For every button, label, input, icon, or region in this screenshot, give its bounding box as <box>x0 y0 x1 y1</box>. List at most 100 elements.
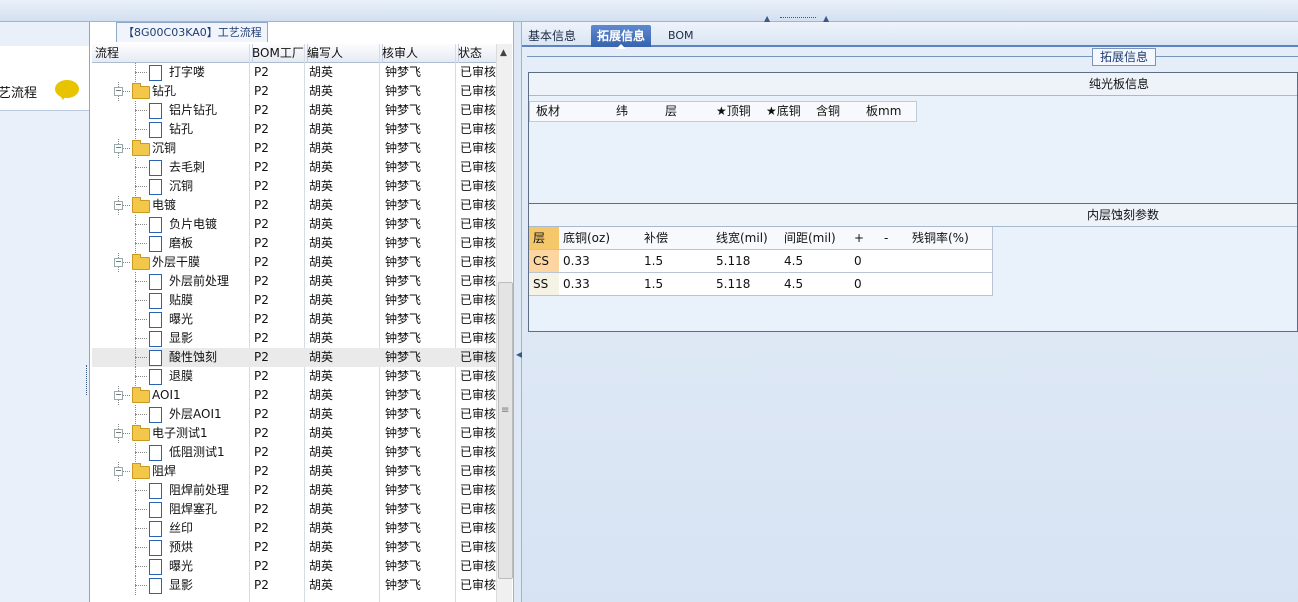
collapse-toggle-icon[interactable]: − <box>114 429 123 438</box>
writer-cell: 胡英 <box>309 198 334 212</box>
status-cell: 已审核 <box>460 198 497 212</box>
tree-row[interactable]: 贴膜 P2 胡英 钟梦飞 已审核 <box>92 291 496 310</box>
writer-cell: 胡英 <box>309 274 334 288</box>
tree-row[interactable]: 打字喽 P2 胡英 钟梦飞 已审核 <box>92 63 496 82</box>
etch-col-header[interactable]: 底铜(oz) <box>559 227 645 250</box>
tree-row[interactable]: 磨板 P2 胡英 钟梦飞 已审核 <box>92 234 496 253</box>
etch-cell[interactable]: 4.5 <box>780 273 855 296</box>
tree-row[interactable]: 铝片钻孔 P2 胡英 钟梦飞 已审核 <box>92 101 496 120</box>
plain-col-material[interactable]: 板材 <box>529 101 618 122</box>
tree-row[interactable]: 低阻测试1 P2 胡英 钟梦飞 已审核 <box>92 443 496 462</box>
tree-row[interactable]: 钻孔 P2 胡英 钟梦飞 已审核 <box>92 120 496 139</box>
tree-row[interactable]: 显影 P2 胡英 钟梦飞 已审核 <box>92 576 496 595</box>
plain-col-copper[interactable]: 含铜 <box>810 101 867 122</box>
tree-connector <box>135 243 147 244</box>
document-icon <box>149 369 162 385</box>
etch-cell[interactable] <box>908 273 993 296</box>
etch-col-header[interactable]: 线宽(mil) <box>712 227 785 250</box>
collapse-toggle-icon[interactable]: − <box>114 391 123 400</box>
process-name: 负片电镀 <box>169 217 218 231</box>
process-name: 阻焊前处理 <box>169 483 230 497</box>
etch-cell[interactable]: 5.118 <box>712 250 785 273</box>
tree-row[interactable]: 负片电镀 P2 胡英 钟梦飞 已审核 <box>92 215 496 234</box>
tree-row[interactable]: 显影 P2 胡英 钟梦飞 已审核 <box>92 329 496 348</box>
reviewer-cell: 钟梦飞 <box>385 540 422 554</box>
bom-factory-cell: P2 <box>254 559 269 573</box>
document-icon <box>149 312 162 328</box>
tree-row[interactable]: 去毛刺 P2 胡英 钟梦飞 已审核 <box>92 158 496 177</box>
detail-tabs: 基本信息 拓展信息 BOM <box>522 22 1298 49</box>
tree-row[interactable]: − 沉铜 P2 胡英 钟梦飞 已审核 <box>92 139 496 158</box>
writer-cell: 胡英 <box>309 426 334 440</box>
status-cell: 已审核 <box>460 274 497 288</box>
etch-cell[interactable]: 5.118 <box>712 273 785 296</box>
scroll-up-icon[interactable]: ▲ <box>500 48 507 58</box>
process-name: 阻焊 <box>152 464 177 478</box>
middle-splitter[interactable]: ◀ <box>513 22 522 602</box>
plain-col-top-copper[interactable]: ★顶铜 <box>710 101 767 122</box>
plain-col-bottom-copper[interactable]: ★底铜 <box>760 101 817 122</box>
tree-row[interactable]: − 电子测试1 P2 胡英 钟梦飞 已审核 <box>92 424 496 443</box>
plain-col-layer[interactable]: 层 <box>659 101 717 122</box>
tree-row[interactable]: 曝光 P2 胡英 钟梦飞 已审核 <box>92 557 496 576</box>
tree-row[interactable]: 外层前处理 P2 胡英 钟梦飞 已审核 <box>92 272 496 291</box>
process-tree-tab[interactable]: 【8G00C03KA0】工艺流程 <box>116 22 268 42</box>
reviewer-cell: 钟梦飞 <box>385 65 422 79</box>
writer-cell: 胡英 <box>309 141 334 155</box>
tree-connector <box>135 357 147 358</box>
etch-col-header[interactable]: 间距(mil) <box>780 227 855 250</box>
tree-row[interactable]: 丝印 P2 胡英 钟梦飞 已审核 <box>92 519 496 538</box>
column-header-reviewer[interactable]: 核审人 <box>379 44 459 63</box>
tab-extension-info[interactable]: 拓展信息 <box>591 25 652 49</box>
collapse-toggle-icon[interactable]: − <box>114 467 123 476</box>
tree-row[interactable]: − AOI1 P2 胡英 钟梦飞 已审核 <box>92 386 496 405</box>
tree-connector <box>135 186 147 187</box>
tree-row[interactable]: 曝光 P2 胡英 钟梦飞 已审核 <box>92 310 496 329</box>
folder-icon <box>132 425 150 441</box>
column-header-flow[interactable]: 流程 <box>92 44 253 63</box>
scrollbar-thumb[interactable] <box>498 282 513 579</box>
tab-bom[interactable]: BOM <box>662 25 700 47</box>
plain-col-weft[interactable]: 纬 <box>610 101 666 122</box>
etch-cell[interactable] <box>908 250 993 273</box>
tree-connector <box>135 72 147 73</box>
tree-row[interactable]: − 阻焊 P2 胡英 钟梦飞 已审核 <box>92 462 496 481</box>
tree-scrollbar[interactable]: ▲ <box>496 44 513 602</box>
etch-cell[interactable]: 0.33 <box>559 250 645 273</box>
etch-col-header[interactable]: 残铜率(%) <box>908 227 993 250</box>
etch-cell[interactable]: 0.33 <box>559 273 645 296</box>
tree-row[interactable]: 沉铜 P2 胡英 钟梦飞 已审核 <box>92 177 496 196</box>
column-header-bom[interactable]: BOM工厂 <box>249 44 308 63</box>
tree-row[interactable]: 退膜 P2 胡英 钟梦飞 已审核 <box>92 367 496 386</box>
process-name: 钻孔 <box>169 122 194 136</box>
collapse-toggle-icon[interactable]: − <box>114 201 123 210</box>
status-cell: 已审核 <box>460 464 497 478</box>
tree-row[interactable]: − 钻孔 P2 胡英 钟梦飞 已审核 <box>92 82 496 101</box>
tree-row[interactable]: − 外层干膜 P2 胡英 钟梦飞 已审核 <box>92 253 496 272</box>
tree-row[interactable]: 阻焊塞孔 P2 胡英 钟梦飞 已审核 <box>92 500 496 519</box>
tree-row[interactable]: 预烘 P2 胡英 钟梦飞 已审核 <box>92 538 496 557</box>
etch-cell[interactable]: 1.5 <box>640 273 717 296</box>
collapse-toggle-icon[interactable]: − <box>114 144 123 153</box>
column-header-writer[interactable]: 编写人 <box>304 44 383 63</box>
tree-row[interactable]: 酸性蚀刻 P2 胡英 钟梦飞 已审核 <box>92 348 496 367</box>
etch-col-header[interactable]: 补偿 <box>640 227 717 250</box>
tab-basic-info[interactable]: 基本信息 <box>522 25 582 47</box>
document-icon <box>149 502 162 518</box>
etch-cell[interactable]: 4.5 <box>780 250 855 273</box>
splitter-grip[interactable] <box>780 17 816 21</box>
collapse-toggle-icon[interactable]: − <box>114 258 123 267</box>
left-panel-header[interactable]: 艺流程 <box>0 46 89 111</box>
tree-row[interactable]: 外层AOI1 P2 胡英 钟梦飞 已审核 <box>92 405 496 424</box>
document-icon <box>149 236 162 252</box>
tree-connector <box>135 110 147 111</box>
tree-row[interactable]: − 电镀 P2 胡英 钟梦飞 已审核 <box>92 196 496 215</box>
tree-row[interactable]: 阻焊前处理 P2 胡英 钟梦飞 已审核 <box>92 481 496 500</box>
plain-col-board-mm[interactable]: 板mm <box>860 101 917 122</box>
status-cell: 已审核 <box>460 293 497 307</box>
column-header-status[interactable]: 状态 <box>455 44 500 63</box>
chat-bubble-icon[interactable] <box>55 80 79 100</box>
collapse-toggle-icon[interactable]: − <box>114 87 123 96</box>
reviewer-cell: 钟梦飞 <box>385 84 422 98</box>
etch-cell[interactable]: 1.5 <box>640 250 717 273</box>
